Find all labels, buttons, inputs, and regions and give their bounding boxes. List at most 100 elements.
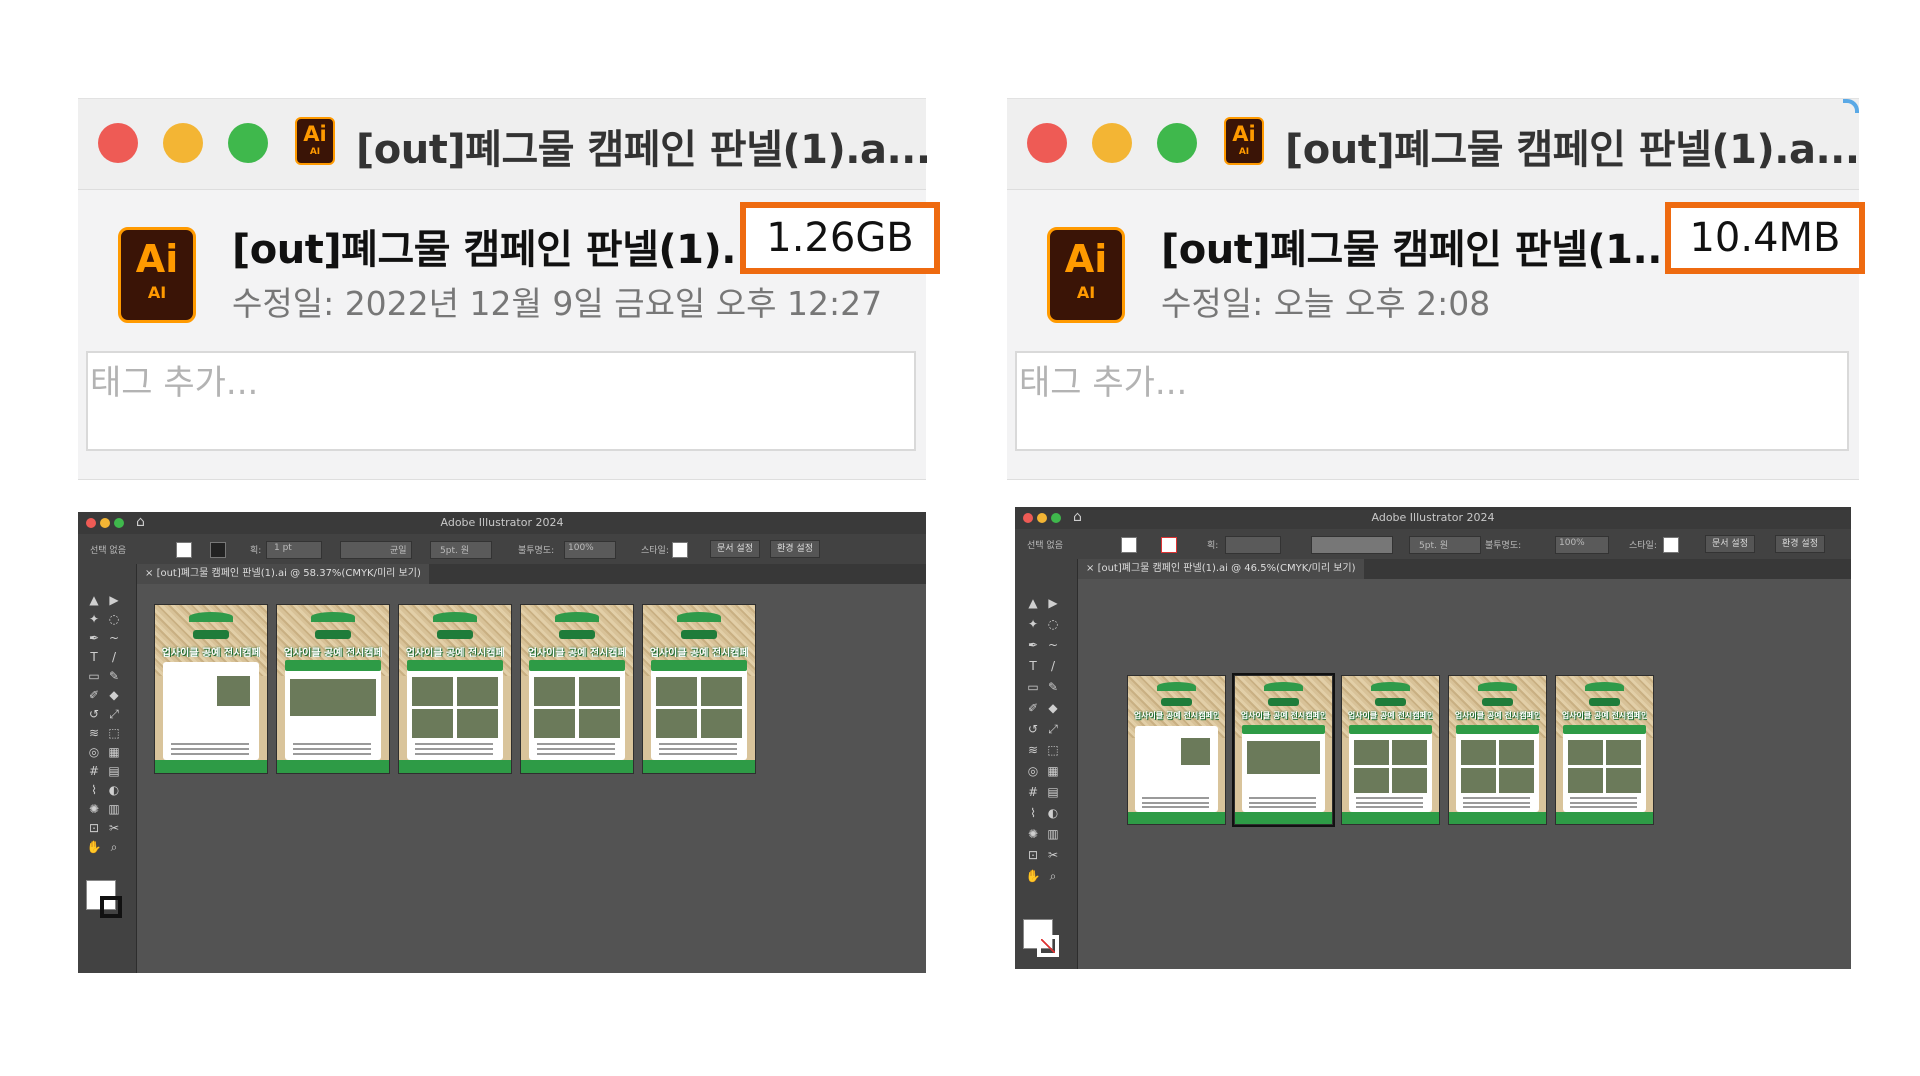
blend-icon[interactable]: ◐ (1045, 805, 1061, 821)
rectangle-icon[interactable]: ▭ (1025, 679, 1041, 695)
shaper-icon[interactable]: ✐ (1025, 700, 1041, 716)
artboard-icon[interactable]: ⊡ (1025, 847, 1041, 863)
symbol-sprayer-icon[interactable]: ✺ (1025, 826, 1041, 842)
perspective-icon[interactable]: ▦ (106, 744, 122, 760)
document-setup-button[interactable]: 문서 설정 (710, 540, 760, 558)
close-button[interactable] (1027, 123, 1067, 163)
slice-icon[interactable]: ✂ (106, 820, 122, 836)
mesh-icon[interactable]: # (86, 763, 102, 779)
zoom-icon[interactable]: ⌕ (106, 839, 122, 855)
minimize-button[interactable] (163, 123, 203, 163)
gradient-icon[interactable]: ▤ (106, 763, 122, 779)
stroke-color-icon[interactable] (1037, 935, 1059, 957)
blend-icon[interactable]: ◐ (106, 782, 122, 798)
footer-bar (1128, 812, 1225, 824)
paintbrush-icon[interactable]: ✎ (106, 668, 122, 684)
hand-icon[interactable]: ✋ (1025, 868, 1041, 884)
lasso-icon[interactable]: ◌ (1045, 616, 1061, 632)
document-tab[interactable]: × [out]폐그물 캠페인 판넬(1).ai @ 58.37%(CMYK/미리… (137, 564, 429, 584)
artboard[interactable]: 업사이클 공예 전시캠페인 (1127, 675, 1226, 825)
pen-icon[interactable]: ✒ (1025, 637, 1041, 653)
preferences-button[interactable]: 환경 설정 (1775, 535, 1825, 553)
text-line (1248, 801, 1317, 804)
graph-icon[interactable]: ▥ (106, 801, 122, 817)
document-tab[interactable]: × [out]폐그물 캠페인 판넬(1).ai @ 46.5%(CMYK/미리 … (1078, 559, 1364, 579)
graph-icon[interactable]: ▥ (1045, 826, 1061, 842)
scale-icon[interactable]: ⤢ (1045, 721, 1061, 737)
direct-selection-icon[interactable]: ▶ (106, 592, 122, 608)
rotate-icon[interactable]: ↺ (1025, 721, 1041, 737)
stroke-swatch[interactable] (210, 542, 226, 558)
opacity-label: 불투명도: (1485, 541, 1522, 551)
fill-swatch[interactable] (1121, 537, 1137, 553)
eyedropper-icon[interactable]: ⌇ (1025, 805, 1041, 821)
section-header-bar (284, 660, 382, 671)
hand-icon[interactable]: ✋ (86, 839, 102, 855)
pen-icon[interactable]: ✒ (86, 630, 102, 646)
line-icon[interactable]: / (1045, 658, 1061, 674)
artboard[interactable]: 업사이클 공예 전시캠페인 (642, 604, 756, 774)
type-icon[interactable]: T (1025, 658, 1041, 674)
artboard[interactable]: 업사이클 공예 전시캠페인 (154, 604, 268, 774)
graphic-style-swatch[interactable] (1663, 537, 1679, 553)
artboard[interactable]: 업사이클 공예 전시캠페인 (520, 604, 634, 774)
eyedropper-icon[interactable]: ⌇ (86, 782, 102, 798)
zoom-button[interactable] (1157, 123, 1197, 163)
magic-wand-icon[interactable]: ✦ (86, 611, 102, 627)
profile-value: 균일 (390, 546, 407, 556)
shaper-icon[interactable]: ✐ (86, 687, 102, 703)
zoom-button[interactable] (228, 123, 268, 163)
width-icon[interactable]: ≋ (86, 725, 102, 741)
minimize-button[interactable] (1092, 123, 1132, 163)
direct-selection-icon[interactable]: ▶ (1045, 595, 1061, 611)
slice-icon[interactable]: ✂ (1045, 847, 1061, 863)
artboard[interactable]: 업사이클 공예 전시캠페인 (276, 604, 390, 774)
scale-icon[interactable]: ⤢ (106, 706, 122, 722)
symbol-sprayer-icon[interactable]: ✺ (86, 801, 102, 817)
free-transform-icon[interactable]: ⬚ (1045, 742, 1061, 758)
gradient-icon[interactable]: ▤ (1045, 784, 1061, 800)
selection-icon[interactable]: ▲ (86, 592, 102, 608)
fill-swatch[interactable] (176, 542, 192, 558)
text-line (1248, 797, 1317, 800)
stroke-color-icon[interactable] (100, 896, 122, 918)
artboard[interactable]: 업사이클 공예 전시캠페인 (1448, 675, 1547, 825)
preferences-button[interactable]: 환경 설정 (770, 540, 820, 558)
document-setup-button[interactable]: 문서 설정 (1705, 535, 1755, 553)
graphic-style-swatch[interactable] (672, 542, 688, 558)
selection-icon[interactable]: ▲ (1025, 595, 1041, 611)
tag-input[interactable]: 태그 추가... (1015, 351, 1849, 451)
line-icon[interactable]: / (106, 649, 122, 665)
eraser-icon[interactable]: ◆ (106, 687, 122, 703)
stroke-weight-field[interactable] (1225, 536, 1281, 554)
curvature-icon[interactable]: ~ (106, 630, 122, 646)
rotate-icon[interactable]: ↺ (86, 706, 102, 722)
zoom-icon[interactable]: ⌕ (1045, 868, 1061, 884)
variable-width-profile[interactable] (1311, 536, 1393, 554)
free-transform-icon[interactable]: ⬚ (106, 725, 122, 741)
tag-input[interactable]: 태그 추가... (86, 351, 916, 451)
stroke-none-swatch[interactable] (1161, 537, 1177, 553)
mesh-icon[interactable]: # (1025, 784, 1041, 800)
campaign-badge (1588, 698, 1621, 706)
type-icon[interactable]: T (86, 649, 102, 665)
curvature-icon[interactable]: ~ (1045, 637, 1061, 653)
shape-builder-icon[interactable]: ◎ (86, 744, 102, 760)
artboard[interactable]: 업사이클 공예 전시캠페인 (1555, 675, 1654, 825)
artboard[interactable]: 업사이클 공예 전시캠페인 (398, 604, 512, 774)
magic-wand-icon[interactable]: ✦ (1025, 616, 1041, 632)
text-line (658, 742, 738, 745)
rectangle-icon[interactable]: ▭ (86, 668, 102, 684)
artboard-icon[interactable]: ⊡ (86, 820, 102, 836)
artboard[interactable]: 업사이클 공예 전시캠페인 (1232, 673, 1335, 827)
perspective-icon[interactable]: ▦ (1045, 763, 1061, 779)
eraser-icon[interactable]: ◆ (1045, 700, 1061, 716)
artboard[interactable]: 업사이클 공예 전시캠페인 (1341, 675, 1440, 825)
paintbrush-icon[interactable]: ✎ (1045, 679, 1061, 695)
text-line (1569, 806, 1638, 809)
width-icon[interactable]: ≋ (1025, 742, 1041, 758)
close-button[interactable] (98, 123, 138, 163)
lasso-icon[interactable]: ◌ (106, 611, 122, 627)
shape-builder-icon[interactable]: ◎ (1025, 763, 1041, 779)
modified-date: 수정일: 2022년 12월 9일 금요일 오후 12:27 (232, 284, 883, 323)
